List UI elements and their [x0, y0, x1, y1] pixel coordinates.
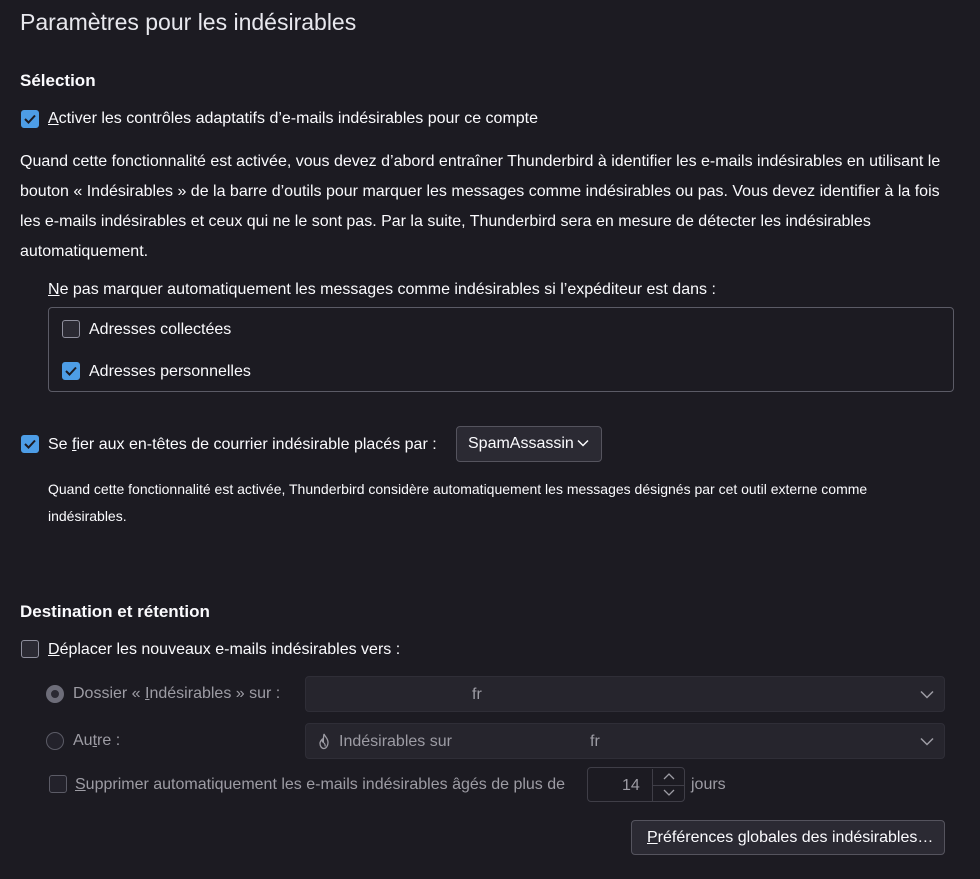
purge-days-input[interactable]: 14 [587, 767, 685, 802]
personal-addresses-label[interactable]: Adresses personnelles [89, 363, 251, 381]
chevron-down-icon [920, 690, 934, 699]
page-title: Paramètres pour les indésirables [20, 9, 357, 35]
chevron-down-icon [663, 789, 675, 796]
global-prefs-access-key: P [647, 828, 658, 846]
spin-up-button[interactable] [652, 769, 685, 786]
purge-label-text: upprimer automatiquement les e-mails ind… [85, 776, 566, 793]
move-junk-checkbox[interactable] [21, 640, 39, 658]
other-label-after: re : [97, 732, 121, 749]
trust-headers-checkbox[interactable] [21, 435, 39, 453]
junk-folder-label-before: Dossier « [73, 685, 146, 702]
trust-label-after: ier aux en-têtes de courrier indésirable… [76, 436, 437, 453]
junk-flame-icon [319, 733, 329, 750]
move-label-text: éplacer les nouveaux e-mails indésirable… [59, 641, 401, 658]
collected-addresses-label[interactable]: Adresses collectées [89, 321, 231, 339]
other-label-before: Au [73, 732, 93, 749]
trust-label-before: Se [48, 436, 73, 453]
global-junk-preferences-button[interactable]: Préférences globales des indésirables… [631, 820, 945, 855]
spam-filter-select[interactable]: SpamAssassin [456, 426, 602, 462]
chevron-up-icon [663, 773, 675, 780]
junk-folder-radio[interactable] [46, 685, 64, 703]
spin-down-button[interactable] [652, 785, 685, 801]
selection-heading: Sélection [20, 71, 96, 90]
adaptive-controls-checkbox[interactable] [21, 110, 39, 128]
whitelist-label-text: e pas marquer automatiquement les messag… [59, 281, 716, 298]
other-folder-select[interactable]: Indésirables sur fr [305, 723, 945, 759]
other-folder-radio[interactable] [46, 732, 64, 750]
destination-heading: Destination et rétention [20, 602, 210, 621]
collected-addresses-checkbox[interactable] [62, 320, 80, 338]
spam-filter-value: SpamAssassin [468, 435, 574, 452]
other-folder-value: Indésirables sur [339, 733, 452, 750]
adaptive-label-text: ctiver les contrôles adaptatifs d’e-mail… [58, 110, 539, 127]
other-folder-account: fr [590, 733, 600, 750]
trust-headers-label[interactable]: Se fier aux en-têtes de courrier indésir… [48, 436, 437, 454]
global-prefs-label-text: références globales des indésirables… [657, 828, 934, 846]
checkmark-icon [24, 439, 36, 449]
move-junk-label[interactable]: Déplacer les nouveaux e-mails indésirabl… [48, 641, 400, 659]
checkmark-icon [65, 366, 77, 376]
purge-days-value: 14 [622, 777, 640, 794]
whitelist-label: Ne pas marquer automatiquement les messa… [48, 281, 716, 299]
checkmark-icon [24, 114, 36, 124]
junk-folder-account-select[interactable]: fr [305, 676, 945, 712]
purge-junk-label[interactable]: Supprimer automatiquement les e-mails in… [75, 776, 565, 794]
chevron-down-icon [920, 737, 934, 746]
junk-folder-label-after: ndésirables » sur : [149, 685, 281, 702]
other-folder-label[interactable]: Autre : [73, 732, 120, 750]
whitelist-access-key: N [48, 281, 60, 298]
purge-days-unit: jours [691, 776, 726, 793]
junk-folder-label[interactable]: Dossier « Indésirables » sur : [73, 685, 280, 703]
personal-addresses-checkbox[interactable] [62, 362, 80, 380]
move-access-key: D [48, 641, 60, 658]
trust-headers-description: Quand cette fonctionnalité est activée, … [48, 481, 868, 524]
adaptive-description: Quand cette fonctionnalité est activée, … [20, 153, 941, 260]
chevron-down-icon [577, 439, 589, 447]
junk-settings-page: Paramètres pour les indésirables Sélecti… [0, 0, 980, 879]
adaptive-controls-label[interactable]: Activer les contrôles adaptatifs d’e-mai… [48, 110, 538, 128]
purge-access-key: S [75, 776, 86, 793]
adaptive-access-key: A [48, 110, 59, 127]
junk-folder-account-value: fr [472, 686, 482, 703]
purge-junk-checkbox[interactable] [49, 775, 67, 793]
